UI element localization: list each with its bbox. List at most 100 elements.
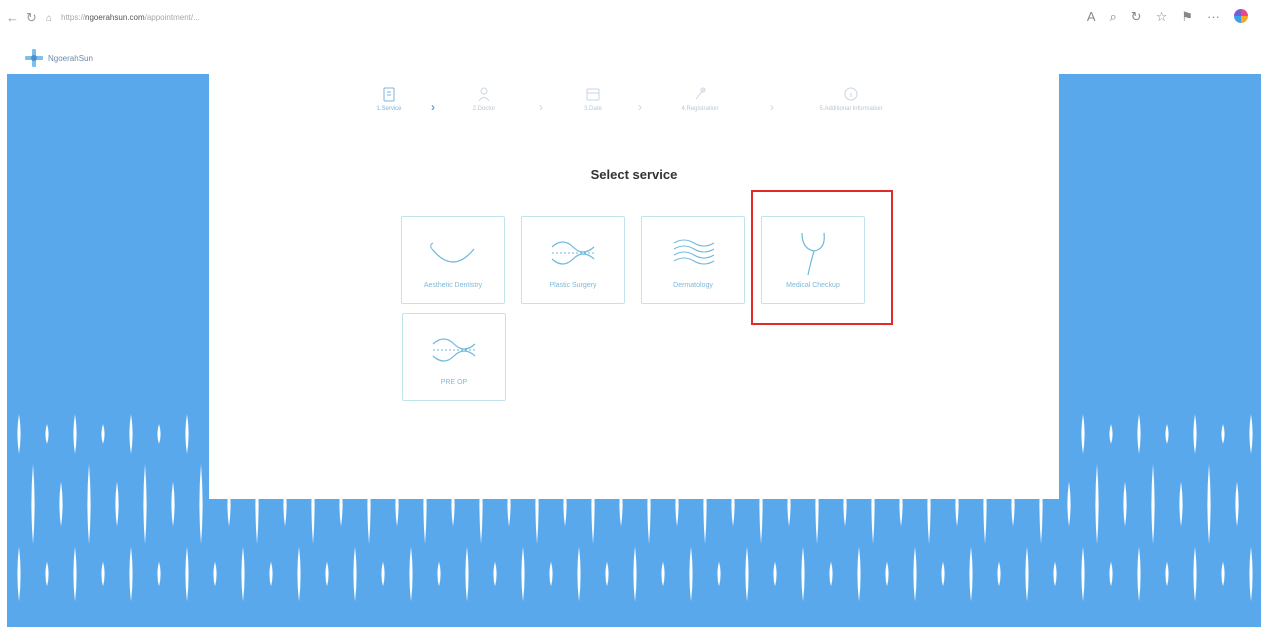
read-aloud-icon[interactable]: A xyxy=(1087,9,1096,25)
step-label: 3.Date xyxy=(584,106,602,112)
doctor-icon xyxy=(478,87,490,102)
address-bar[interactable]: https://ngoerahsun.com/appointment/... xyxy=(61,13,200,22)
drop-shape xyxy=(857,546,861,602)
drop-shape xyxy=(1165,561,1169,587)
drop-shape xyxy=(171,481,175,527)
drop-shape xyxy=(689,546,693,602)
drop-shape xyxy=(101,561,105,587)
step-date[interactable]: 3.Date xyxy=(573,86,613,112)
back-icon[interactable]: ← xyxy=(6,10,19,26)
more-icon[interactable]: ··· xyxy=(1207,9,1220,25)
drop-shape xyxy=(143,464,147,544)
drop-shape xyxy=(913,546,917,602)
site-logo[interactable]: NgoerahSun xyxy=(24,48,93,68)
chevron-right-icon: › xyxy=(539,100,543,114)
reload-icon[interactable]: ↻ xyxy=(26,10,37,26)
drop-shape xyxy=(997,561,1001,587)
site-header: NgoerahSun xyxy=(0,40,1268,74)
drop-shape xyxy=(157,424,161,444)
drop-shape xyxy=(1123,481,1127,527)
drop-shape xyxy=(1165,424,1169,444)
service-tile-aesthetic-dentistry[interactable]: Aesthetic Dentistry xyxy=(401,216,505,304)
drop-shape xyxy=(745,546,749,602)
drop-shape xyxy=(297,546,301,602)
section-title: Select service xyxy=(590,167,678,182)
drop-shape xyxy=(101,424,105,444)
clipboard-icon xyxy=(383,87,395,102)
lock-icon: ⌂ xyxy=(46,13,53,24)
drop-shape xyxy=(115,481,119,527)
drop-shape xyxy=(409,546,413,602)
step-label: 1.Service xyxy=(376,106,402,112)
drop-shape xyxy=(717,561,721,587)
drop-shape xyxy=(73,414,77,454)
url-domain: ngoerahsun.com xyxy=(85,13,145,22)
drop-shape xyxy=(381,561,385,587)
browser-toolbar: ← ↻ ⌂ https://ngoerahsun.com/appointment… xyxy=(0,0,1268,40)
drop-shape xyxy=(1109,561,1113,587)
drop-shape xyxy=(353,546,357,602)
registration-icon xyxy=(695,87,706,100)
drop-shape xyxy=(1109,424,1113,444)
step-service[interactable]: 1.Service xyxy=(369,86,409,112)
drop-shape xyxy=(633,546,637,602)
refresh-page-icon[interactable]: ↻ xyxy=(1131,9,1142,25)
drop-shape xyxy=(1193,546,1197,602)
drop-shape xyxy=(1249,546,1253,602)
drop-shape xyxy=(213,561,217,587)
drop-shape xyxy=(521,546,525,602)
drop-shape xyxy=(185,414,189,454)
extensions-icon[interactable]: ⚑ xyxy=(1181,9,1193,25)
drop-shape xyxy=(1151,464,1155,544)
service-tile-plastic-surgery[interactable]: Plastic Surgery xyxy=(521,216,625,304)
drop-shape xyxy=(493,561,497,587)
highlight-box xyxy=(751,190,893,325)
service-tile-dermatology[interactable]: Dermatology xyxy=(641,216,745,304)
drop-shape xyxy=(1053,561,1057,587)
drop-shape xyxy=(199,464,203,544)
zoom-icon[interactable]: ⌕ xyxy=(1110,9,1117,25)
service-label: Plastic Surgery xyxy=(549,282,597,289)
profile-icon[interactable] xyxy=(1234,9,1248,23)
calendar-icon xyxy=(586,88,600,101)
drop-shape xyxy=(45,424,49,444)
drop-shape xyxy=(325,561,329,587)
drop-shape xyxy=(829,561,833,587)
drop-shape xyxy=(661,561,665,587)
drop-shape xyxy=(129,414,133,454)
drop-shape xyxy=(1249,414,1253,454)
url-prefix: https:// xyxy=(61,13,86,22)
drop-shape xyxy=(87,464,91,544)
chevron-right-icon: › xyxy=(638,100,642,114)
drop-shape xyxy=(605,561,609,587)
wave-dotted-icon xyxy=(551,241,595,265)
drop-shape xyxy=(185,546,189,602)
service-tile-pre-op[interactable]: PRE OP xyxy=(402,313,506,401)
drop-shape xyxy=(1025,546,1029,602)
drop-shape xyxy=(1081,414,1085,454)
drop-shape xyxy=(1221,561,1225,587)
drop-shape xyxy=(1137,414,1141,454)
drop-shape xyxy=(1095,464,1099,544)
step-doctor[interactable]: 2.Doctor xyxy=(464,86,504,112)
drop-shape xyxy=(801,546,805,602)
service-label: Dermatology xyxy=(673,282,713,289)
favorite-icon[interactable]: ☆ xyxy=(1156,9,1168,25)
drop-shape xyxy=(17,414,21,454)
drop-shape xyxy=(17,546,21,602)
step-additional-info[interactable]: 5.Additional Information xyxy=(806,86,896,112)
drop-shape xyxy=(1137,546,1141,602)
drop-shape xyxy=(269,561,273,587)
drop-shape xyxy=(941,561,945,587)
drop-shape xyxy=(1067,481,1071,527)
booking-card: 1.Service › 2.Doctor › 3.Date › 4.Regist… xyxy=(209,74,1059,499)
drop-shape xyxy=(157,561,161,587)
drop-shape xyxy=(1207,464,1211,544)
drop-shape xyxy=(577,546,581,602)
step-registration[interactable]: 4.Registration xyxy=(670,86,730,112)
info-icon xyxy=(844,87,858,101)
wave-dotted-icon xyxy=(432,338,476,362)
step-label: 4.Registration xyxy=(681,106,719,112)
drop-shape xyxy=(1179,481,1183,527)
smile-curve-icon xyxy=(430,242,475,263)
